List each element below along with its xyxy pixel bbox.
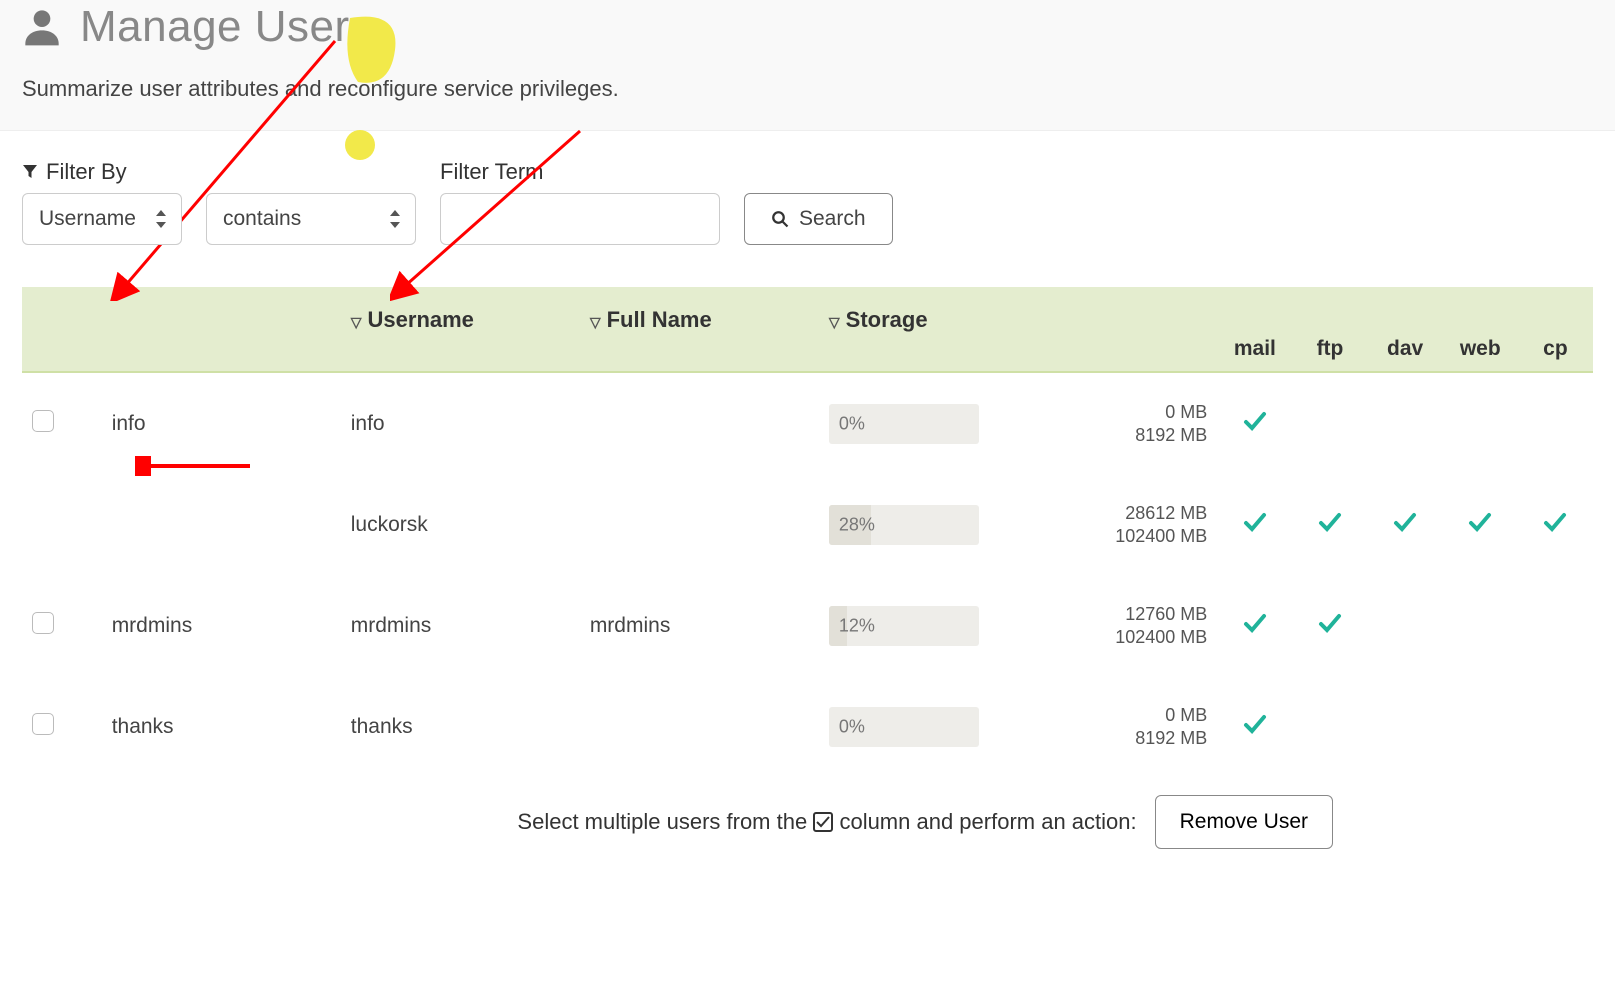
svc-cp[interactable] (1518, 474, 1593, 575)
table-row: luckorsk 28% 28612 MB102400 MB (22, 474, 1593, 575)
check-icon (1468, 510, 1492, 534)
table-row: infoinfo 0% 0 MB8192 MB (22, 372, 1593, 474)
col-header-fullname[interactable]: ▽Full Name (580, 287, 819, 372)
storage-size: 12760 MB102400 MB (1022, 603, 1207, 648)
search-button-label: Search (799, 207, 866, 231)
footer-text-post: column and perform an action: (839, 809, 1136, 834)
user-icon (22, 7, 62, 47)
filter-bar: Filter By Username contains Filter Term … (22, 159, 1593, 245)
row-name: mrdmins (102, 575, 341, 676)
storage-bar: 0% (829, 404, 979, 444)
storage-bar: 0% (829, 707, 979, 747)
row-fullname (580, 372, 819, 474)
filter-op-value: contains (223, 207, 301, 231)
svc-cp[interactable] (1518, 676, 1593, 777)
svc-ftp[interactable] (1292, 676, 1367, 777)
col-header-username[interactable]: ▽Username (341, 287, 580, 372)
row-checkbox[interactable] (32, 410, 54, 432)
filter-term-input[interactable] (440, 193, 720, 245)
row-name (102, 474, 341, 575)
svc-cp[interactable] (1518, 575, 1593, 676)
check-icon (1243, 510, 1267, 534)
svc-ftp[interactable] (1292, 575, 1367, 676)
svc-ftp[interactable] (1292, 474, 1367, 575)
footer-text-pre: Select multiple users from the (517, 809, 813, 834)
col-header-svc-ftp[interactable]: ftp (1292, 287, 1367, 372)
col-header-storage[interactable]: ▽Storage (819, 287, 1217, 372)
svc-web[interactable] (1443, 372, 1518, 474)
row-name: info (102, 372, 341, 474)
svc-cp[interactable] (1518, 372, 1593, 474)
filter-field-select[interactable]: Username (22, 193, 182, 245)
svc-dav[interactable] (1368, 575, 1443, 676)
filter-field-value: Username (39, 207, 136, 231)
row-username[interactable]: info (341, 372, 580, 474)
filter-term-label: Filter Term (440, 159, 720, 185)
row-checkbox[interactable] (32, 612, 54, 634)
check-icon (1318, 611, 1342, 635)
col-header-svc-dav[interactable]: dav (1368, 287, 1443, 372)
storage-size: 28612 MB102400 MB (1022, 502, 1207, 547)
remove-user-button[interactable]: Remove User (1155, 795, 1333, 849)
table-row: thanksthanks 0% 0 MB8192 MB (22, 676, 1593, 777)
check-icon (1318, 510, 1342, 534)
filter-op-select[interactable]: contains (206, 193, 416, 245)
svc-ftp[interactable] (1292, 372, 1367, 474)
storage-size: 0 MB8192 MB (1022, 401, 1207, 446)
col-header-svc-web[interactable]: web (1443, 287, 1518, 372)
filter-by-label: Filter By (22, 159, 182, 185)
users-table: ▽Username ▽Full Name ▽Storage mail ftp d… (22, 287, 1593, 777)
funnel-icon (22, 164, 38, 180)
sort-caret-icon (389, 210, 401, 228)
page-header: Manage Users Summarize user attributes a… (0, 0, 1615, 131)
search-icon (771, 210, 789, 228)
row-username[interactable]: thanks (341, 676, 580, 777)
row-checkbox[interactable] (32, 713, 54, 735)
svc-web[interactable] (1443, 474, 1518, 575)
svc-dav[interactable] (1368, 474, 1443, 575)
col-header-blank (102, 287, 341, 372)
check-icon (1543, 510, 1567, 534)
svc-web[interactable] (1443, 575, 1518, 676)
col-header-svc-mail[interactable]: mail (1217, 287, 1292, 372)
storage-pct: 28% (839, 514, 875, 535)
check-icon (1243, 611, 1267, 635)
check-icon (1243, 409, 1267, 433)
row-username[interactable]: mrdmins (341, 575, 580, 676)
storage-bar: 12% (829, 606, 979, 646)
svc-dav[interactable] (1368, 372, 1443, 474)
svc-mail[interactable] (1217, 474, 1292, 575)
page-subtitle: Summarize user attributes and reconfigur… (22, 76, 1593, 102)
row-username[interactable]: luckorsk (341, 474, 580, 575)
sort-triangle-icon: ▽ (829, 314, 840, 330)
sort-caret-icon (155, 210, 167, 228)
row-fullname: mrdmins (580, 575, 819, 676)
col-header-checkbox (22, 287, 102, 372)
storage-size: 0 MB8192 MB (1022, 704, 1207, 749)
check-icon (1243, 712, 1267, 736)
storage-pct: 0% (839, 716, 865, 737)
row-fullname (580, 474, 819, 575)
storage-pct: 0% (839, 413, 865, 434)
col-header-svc-cp[interactable]: cp (1518, 287, 1593, 372)
svc-mail[interactable] (1217, 372, 1292, 474)
check-icon (1393, 510, 1417, 534)
checkbox-icon (813, 812, 833, 832)
svc-mail[interactable] (1217, 575, 1292, 676)
filter-by-text: Filter By (46, 159, 127, 185)
bulk-action-bar: Select multiple users from the column an… (22, 795, 1593, 849)
search-button[interactable]: Search (744, 193, 893, 245)
svc-dav[interactable] (1368, 676, 1443, 777)
row-name: thanks (102, 676, 341, 777)
table-row: mrdminsmrdminsmrdmins12%12760 MB102400 M… (22, 575, 1593, 676)
svc-web[interactable] (1443, 676, 1518, 777)
svc-mail[interactable] (1217, 676, 1292, 777)
storage-bar: 28% (829, 505, 979, 545)
sort-triangle-icon: ▽ (590, 314, 601, 330)
storage-pct: 12% (839, 615, 875, 636)
page-title: Manage Users (80, 2, 372, 52)
row-fullname (580, 676, 819, 777)
sort-triangle-icon: ▽ (351, 314, 362, 330)
